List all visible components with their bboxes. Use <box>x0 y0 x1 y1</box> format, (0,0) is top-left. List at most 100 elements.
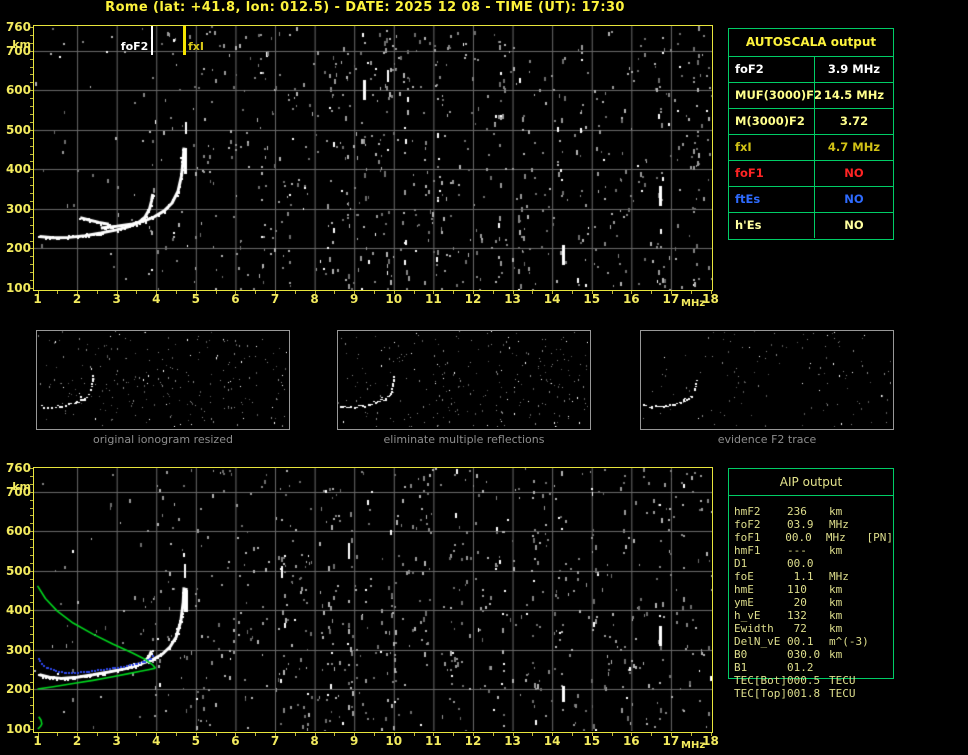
aip-val: 72 <box>787 622 807 635</box>
x-axis-tick <box>354 291 355 294</box>
y-axis-tick <box>30 288 33 289</box>
y-axis-tick-label: 100 <box>5 722 31 736</box>
aip-lbl: hmF2 <box>734 505 761 518</box>
x-axis-tick <box>394 291 395 294</box>
x-axis-tick <box>414 291 415 294</box>
y-axis-tick <box>30 138 33 139</box>
parameter-value: 14.5 MHz <box>823 88 885 102</box>
y-axis-tick <box>30 106 33 107</box>
y-axis-tick <box>30 98 33 99</box>
y-axis-tick <box>30 90 33 91</box>
aip-unit: km <box>829 648 843 661</box>
x-axis-tick <box>513 291 514 294</box>
x-axis-tick <box>592 291 593 294</box>
aip-lbl: foE <box>734 570 754 583</box>
y-axis-tick-label: 500 <box>5 122 31 137</box>
x-axis-tick <box>136 291 137 294</box>
x-axis-tick-label: 4 <box>152 292 161 306</box>
x-axis-tick-label: 6 <box>231 734 240 748</box>
y-axis-unit-label: km <box>12 38 31 51</box>
y-axis-tick <box>30 697 33 698</box>
x-axis-tick <box>691 733 692 736</box>
x-axis-tick <box>374 733 375 736</box>
x-axis-tick-label: 16 <box>622 734 640 748</box>
aip-lbl: hmF1 <box>734 544 761 557</box>
x-axis-tick-label: 5 <box>191 734 201 748</box>
x-axis-tick <box>592 733 593 736</box>
parameter-name: foF1 <box>729 161 815 186</box>
x-axis-tick <box>394 733 395 736</box>
aip-val: 030.0 <box>787 648 821 661</box>
x-axis-tick <box>196 291 197 294</box>
y-axis-tick <box>30 67 33 68</box>
x-axis-tick <box>651 733 652 736</box>
y-axis-tick <box>30 185 33 186</box>
x-axis-tick <box>38 733 39 736</box>
y-axis-tick-label: 600 <box>5 524 31 539</box>
x-axis-tick <box>433 291 434 294</box>
parameter-value: NO <box>844 166 864 180</box>
autoscala-row: M(3000)F2 3.72 <box>729 109 893 135</box>
aip-row: DelN_vE 00.1 m^(-3) <box>729 635 893 648</box>
y-axis-tick <box>30 209 33 210</box>
y-axis-tick <box>30 682 33 683</box>
aip-val: 000.5 <box>787 674 821 687</box>
y-axis-tick <box>30 508 33 509</box>
aip-row: hmF2 236 km <box>729 505 893 518</box>
x-axis-tick-label: 2 <box>72 292 82 306</box>
parameter-name: foF2 <box>729 57 815 82</box>
thumbnail-original-ionogram <box>36 330 290 430</box>
aip-val: --- <box>787 544 807 557</box>
aip-lbl: TEC[Bot] <box>734 674 787 687</box>
aip-lbl: TEC[Top] <box>734 687 787 700</box>
x-axis-tick <box>235 733 236 736</box>
x-axis-tick <box>156 733 157 736</box>
x-axis-tick-label: 8 <box>310 734 319 748</box>
x-axis-tick <box>691 291 692 294</box>
autoscala-row: h'Es NO <box>729 213 893 238</box>
y-axis-tick <box>30 579 33 580</box>
aip-row: h_vE 132 km <box>729 609 893 622</box>
thumbnail-evidence-f2 <box>640 330 894 430</box>
y-axis-tick <box>30 51 33 52</box>
y-axis-unit-label: km <box>12 480 31 493</box>
aip-unit <box>829 557 871 570</box>
aip-row: foF1 00.0 MHz [PN] <box>729 531 893 544</box>
y-axis-tick <box>30 27 33 28</box>
y-axis-tick <box>30 264 33 265</box>
thumbnail-caption: evidence F2 trace <box>717 433 817 446</box>
y-axis-tick <box>30 555 33 556</box>
x-axis-tick <box>631 291 632 294</box>
x-axis-tick <box>651 291 652 294</box>
y-axis-tick <box>30 114 33 115</box>
y-axis-tick <box>30 484 33 485</box>
y-axis-tick-label: 200 <box>5 682 31 697</box>
y-axis-tick <box>30 146 33 147</box>
y-axis-tick <box>30 272 33 273</box>
foF2-marker-label: foF2 <box>120 40 149 53</box>
x-axis-tick <box>572 291 573 294</box>
y-axis-tick <box>30 248 33 249</box>
aip-lbl: hmE <box>734 583 754 596</box>
x-axis-tick <box>77 291 78 294</box>
y-axis-tick <box>30 658 33 659</box>
y-axis-tick <box>30 280 33 281</box>
y-axis-tick <box>30 468 33 469</box>
y-axis-tick <box>30 492 33 493</box>
x-axis-tick <box>156 291 157 294</box>
parameter-name: M(3000)F2 <box>729 109 815 134</box>
x-axis-tick <box>136 733 137 736</box>
parameter-name: MUF(3000)F2 <box>729 83 822 108</box>
y-axis-tick-label: 760 <box>5 461 31 475</box>
aip-row: hmE 110 km <box>729 583 893 596</box>
x-axis-tick <box>513 733 514 736</box>
aip-lbl: ymE <box>734 596 754 609</box>
top-ionogram-panel <box>33 25 713 291</box>
x-axis-tick <box>295 291 296 294</box>
y-axis-tick <box>30 476 33 477</box>
x-axis-tick <box>671 733 672 736</box>
x-axis-tick <box>57 733 58 736</box>
autoscala-row: MUF(3000)F2 14.5 MHz <box>729 83 893 109</box>
aip-val: 236 <box>787 505 807 518</box>
y-axis-tick <box>30 256 33 257</box>
